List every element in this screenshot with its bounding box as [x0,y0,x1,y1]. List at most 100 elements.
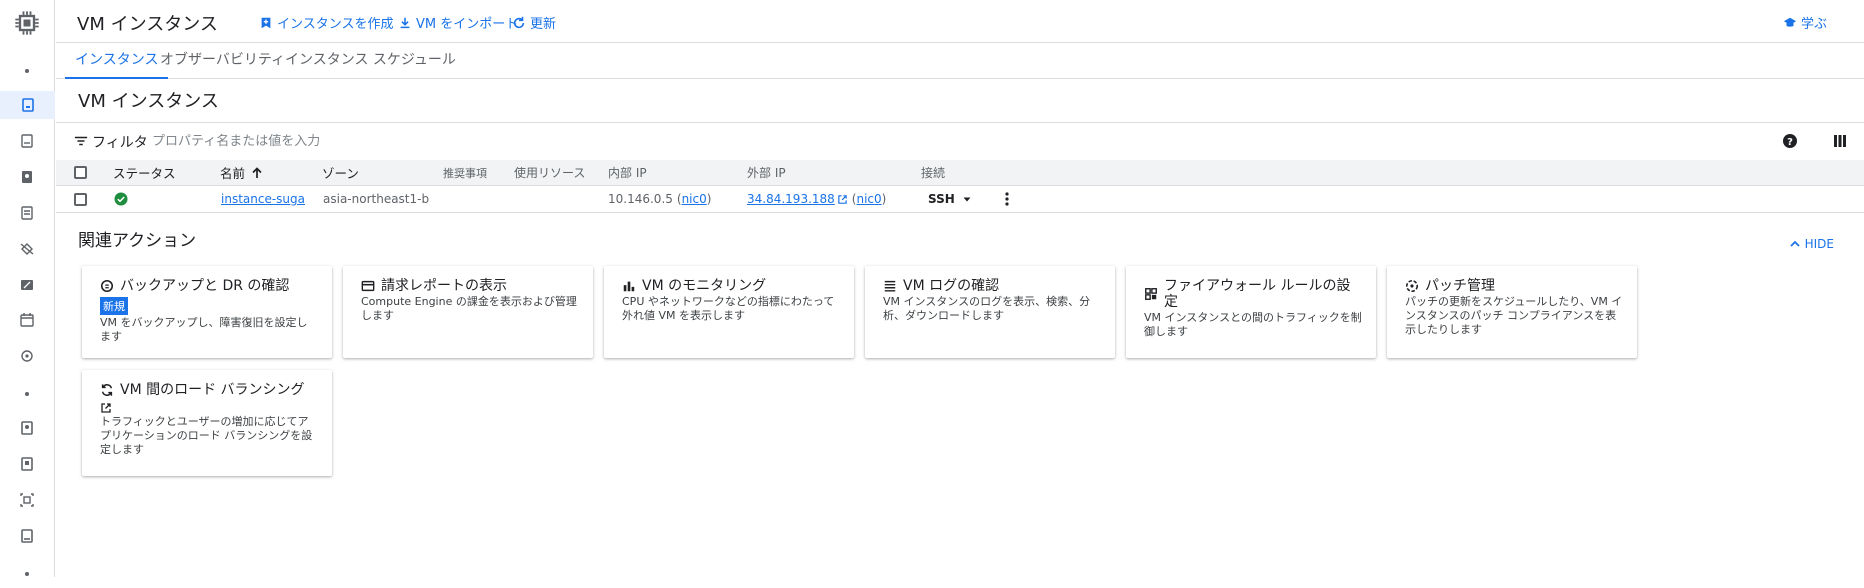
hide-related-button[interactable]: HIDE [1789,237,1834,251]
related-card-vm-monitoring[interactable]: VM のモニタリング CPU やネットワークなどの指標にわたって外れ値 VM を… [604,266,854,358]
add-box-icon [261,17,271,28]
related-card-firewall-rules[interactable]: ファイアウォール ルールの設定 VM インスタンスとの間のトラフィックを制御しま… [1126,266,1376,358]
rail-item-tpus[interactable] [12,235,42,263]
ssh-dropdown-icon[interactable] [962,186,972,212]
related-card-patch-management[interactable]: パッチ管理 パッチの更新をスケジュールしたり、VM インスタンスのパッチ コンプ… [1387,266,1637,358]
logs-icon [884,280,896,292]
rail-item-committed-use-discounts[interactable] [12,271,42,299]
create-instance-label: インスタンスを作成 [277,17,394,32]
open-in-new-icon [101,403,111,413]
external-ip-cell: 34.84.193.188 (nic0) [747,192,887,206]
tpu-icon [20,243,34,255]
column-header-external-ip[interactable]: 外部 IP [747,160,786,185]
storage-icon [21,529,33,543]
patch-icon [1405,279,1419,293]
row-checkbox[interactable] [74,186,87,212]
machine-image-icon [21,206,33,220]
column-header-name[interactable]: 名前 [220,160,263,185]
column-header-status[interactable]: ステータス [113,160,176,185]
page-title: VM インスタンス [77,14,218,35]
card-title: ファイアウォール ルールの設定 [1164,278,1351,310]
help-icon[interactable]: ? [1782,133,1798,149]
internal-ip-value: 10.146.0.5 [608,192,673,206]
column-display-icon[interactable] [1832,133,1848,149]
school-icon [1783,17,1797,27]
internal-ip-cell: 10.146.0.5 (nic0) [608,192,712,206]
top-action-bar: VM インスタンス インスタンスを作成 VM をインポート 更新 学ぶ [56,0,1864,43]
template-icon [21,134,33,148]
instance-zone: asia-northeast1-b [323,192,430,206]
rail-item-storage-pools[interactable] [12,522,42,550]
bar-chart-icon [623,281,635,292]
firewall-icon [1145,288,1157,300]
rail-item-disks[interactable] [12,414,42,442]
new-badge: 新規 [100,297,128,315]
tab-instance-schedules[interactable]: インスタンス スケジュール [285,43,456,79]
rail-item-machine-images[interactable] [12,199,42,227]
refresh-button[interactable]: 更新 [512,13,556,32]
rail-separator-dot [12,560,42,588]
backup-icon [100,279,114,293]
rail-item-images[interactable] [12,486,42,514]
external-nic-link[interactable]: nic0 [856,192,881,206]
related-card-backup-dr[interactable]: バックアップと DR の確認 新規 VM をバックアップし、障害復旧を設定します [82,266,332,358]
rail-item-migrate[interactable] [12,342,42,370]
compute-engine-logo[interactable] [13,9,41,37]
tab-observability[interactable]: オブザーバビリティ [160,43,285,79]
open-in-new-icon [838,194,847,204]
snapshot-icon [21,457,33,471]
filter-input[interactable] [150,130,850,152]
rail-item-sole-tenant[interactable] [12,163,42,191]
discount-icon [21,280,33,290]
select-all-checkbox[interactable] [74,160,87,185]
rail-item-reservations[interactable] [12,306,42,334]
create-instance-button[interactable]: インスタンスを作成 [259,13,393,32]
calendar-icon [20,313,34,327]
ssh-button[interactable]: SSH [928,186,955,212]
tab-instances[interactable]: インスタンス [65,43,169,79]
download-icon [400,17,410,28]
billing-card-icon [361,280,375,292]
column-header-zone[interactable]: ゾーン [322,160,359,185]
table-row: instance-suga asia-northeast1-b 10.146.0… [56,186,1864,213]
card-description: VM インスタンスとの間のトラフィックを制御します [1144,311,1362,338]
card-title: 請求レポートの表示 [381,278,507,294]
column-header-recommendations[interactable]: 推奨事項 [443,160,487,185]
vm-instances-icon [21,98,34,112]
more-actions-icon[interactable] [1004,186,1010,212]
related-card-billing-report[interactable]: 請求レポートの表示 Compute Engine の課金を表示および管理します [343,266,593,358]
column-header-internal-ip[interactable]: 内部 IP [608,160,647,185]
filter-label[interactable]: フィルタ [92,132,148,152]
rail-item-instance-templates[interactable] [12,127,42,155]
instance-name-link[interactable]: instance-suga [221,186,305,212]
migrate-icon [21,350,33,362]
related-card-vm-logs[interactable]: VM ログの確認 VM インスタンスのログを表示、検索、分析、ダウンロードします [865,266,1115,358]
sort-ascending-icon [252,166,262,178]
card-title: バックアップと DR の確認 [120,278,290,294]
import-vm-label: VM をインポート [416,17,519,32]
card-title: パッチ管理 [1425,278,1495,294]
card-description: VM インスタンスのログを表示、検索、分析、ダウンロードします [883,295,1091,322]
filter-bar: フィルタ ? [56,123,1864,160]
rail-separator-dot [12,380,42,408]
internal-nic-link[interactable]: nic0 [682,192,707,206]
column-header-connect[interactable]: 接続 [921,160,945,185]
external-ip-link[interactable]: 34.84.193.188 [747,192,835,206]
card-title: VM のモニタリング [642,278,767,294]
column-header-in-use-by[interactable]: 使用リソース [514,160,585,185]
hide-label: HIDE [1804,237,1834,251]
status-running-icon [114,186,128,212]
table-header: ステータス 名前 ゾーン 推奨事項 使用リソース 内部 IP 外部 IP 接続 [56,160,1864,186]
card-description: トラフィックとユーザーの増加に応じてアプリケーションのロード バランシングを設定… [100,415,313,456]
learn-button[interactable]: 学ぶ [1783,13,1827,32]
column-header-name-label: 名前 [220,166,246,181]
filter-icon[interactable] [74,134,88,148]
load-balancing-icon [101,384,113,396]
left-nav-rail [0,0,55,577]
rail-item-snapshots[interactable] [12,450,42,478]
refresh-icon [513,16,525,28]
import-vm-button[interactable]: VM をインポート [398,13,518,32]
related-actions-title: 関連アクション [78,231,197,251]
related-card-load-balancing[interactable]: VM 間のロード バランシング トラフィックとユーザーの増加に応じてアプリケーシ… [82,370,332,476]
rail-item-vm-instances[interactable] [0,91,55,119]
